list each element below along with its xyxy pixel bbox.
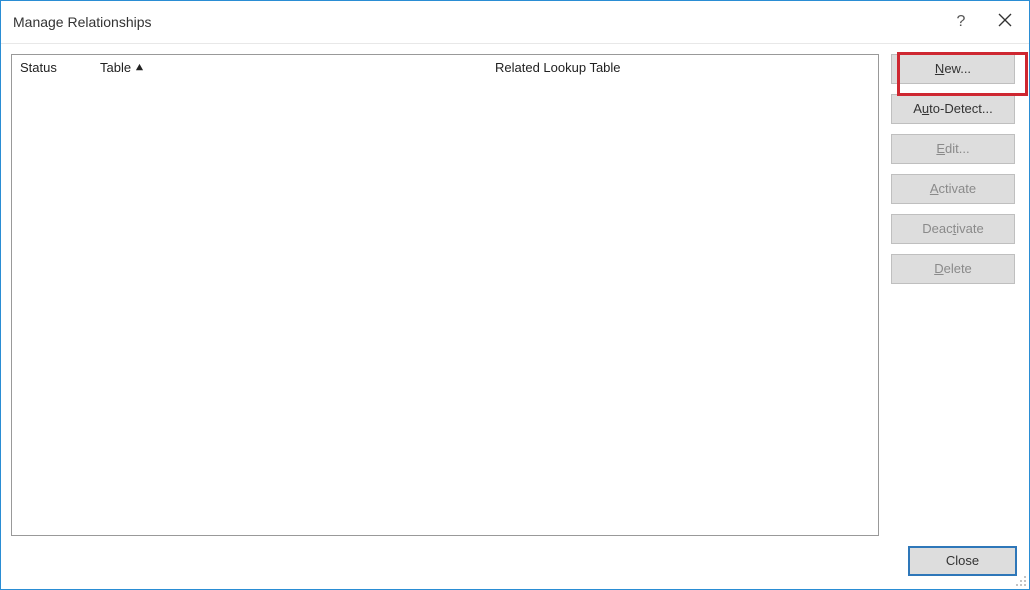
column-header-table-label: Table (100, 60, 131, 75)
dialog-title: Manage Relationships (13, 14, 941, 30)
help-icon: ? (957, 13, 966, 31)
resize-grip-icon (1015, 575, 1027, 587)
new-button[interactable]: New... (891, 54, 1015, 84)
column-header-status[interactable]: Status (18, 60, 100, 75)
table-header-row: Status Table Related Lookup Table (12, 55, 878, 79)
help-button[interactable]: ? (941, 1, 981, 43)
auto-detect-button[interactable]: Auto-Detect... (891, 94, 1015, 124)
close-button[interactable]: Close (908, 546, 1017, 576)
button-column: New... Auto-Detect... Edit... Activate D… (887, 54, 1019, 536)
close-icon (998, 13, 1012, 30)
edit-button[interactable]: Edit... (891, 134, 1015, 164)
column-header-table[interactable]: Table (100, 60, 495, 75)
footer: Close (1, 546, 1029, 589)
activate-button[interactable]: Activate (891, 174, 1015, 204)
close-icon-button[interactable] (981, 1, 1029, 43)
titlebar: Manage Relationships ? (1, 1, 1029, 44)
content-area: Status Table Related Lookup Table New...… (1, 44, 1029, 546)
deactivate-button[interactable]: Deactivate (891, 214, 1015, 244)
delete-button[interactable]: Delete (891, 254, 1015, 284)
sort-ascending-icon (135, 63, 144, 72)
relationships-table: Status Table Related Lookup Table (11, 54, 879, 536)
column-header-related[interactable]: Related Lookup Table (495, 60, 872, 75)
manage-relationships-dialog: Manage Relationships ? Status Table (0, 0, 1030, 590)
titlebar-controls: ? (941, 1, 1029, 43)
